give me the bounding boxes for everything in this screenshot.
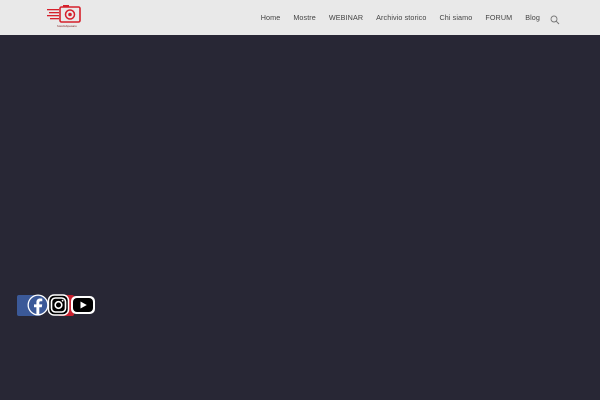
nav-item-blog[interactable]: Blog: [525, 13, 540, 22]
search-button[interactable]: [550, 12, 560, 25]
main-nav: Home Mostre WEBINAR Archivio storico Chi…: [261, 0, 540, 35]
facebook-icon: [17, 294, 49, 316]
search-icon: [550, 15, 560, 25]
site-header: fotoclubpesaro Home Mostre WEBINAR Archi…: [0, 0, 600, 35]
page: fotoclubpesaro Home Mostre WEBINAR Archi…: [0, 0, 600, 400]
camera-logo-icon: [47, 5, 81, 23]
nav-item-webinar[interactable]: WEBINAR: [329, 13, 363, 22]
facebook-link[interactable]: [17, 294, 49, 316]
site-logo[interactable]: fotoclubpesaro: [47, 4, 83, 30]
nav-item-archivio-storico[interactable]: Archivio storico: [376, 13, 426, 22]
nav-item-home[interactable]: Home: [261, 13, 281, 22]
nav-item-chi-siamo[interactable]: Chi siamo: [439, 13, 472, 22]
youtube-icon: [71, 296, 95, 314]
nav-item-forum[interactable]: FORUM: [485, 13, 512, 22]
logo-text: fotoclubpesaro: [57, 24, 77, 28]
nav-item-mostre[interactable]: Mostre: [293, 13, 316, 22]
social-links: [17, 294, 97, 317]
youtube-link[interactable]: [70, 294, 96, 316]
